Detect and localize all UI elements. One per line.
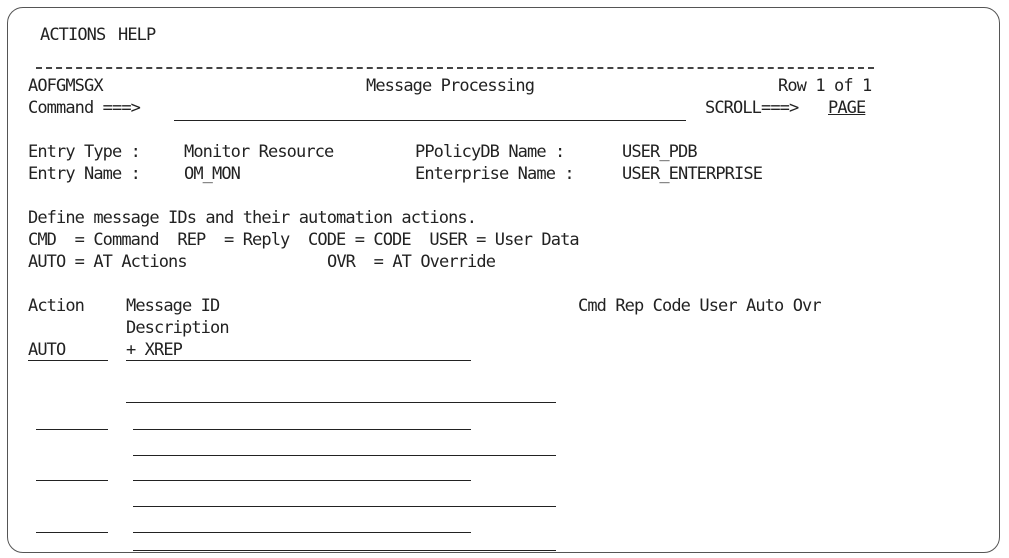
entry-name-value: OM_MON <box>184 164 241 184</box>
row-1-message-id-field[interactable]: + XREP <box>126 339 183 361</box>
column-header-description: Description <box>126 318 230 338</box>
policydb-name-label: PPolicyDB Name : <box>415 142 574 162</box>
column-header-flags: Cmd Rep Code User Auto Ovr <box>578 296 822 316</box>
row-4-description-underline <box>133 550 556 551</box>
menu-actions[interactable]: ACTIONS <box>40 24 106 46</box>
command-input-underline <box>174 120 686 121</box>
menu-separator <box>36 67 874 69</box>
row-4-message-id-underline <box>133 532 471 533</box>
policydb-name-value: USER_PDB <box>622 142 698 162</box>
entry-type-label: Entry Type : <box>28 142 150 162</box>
column-header-action: Action <box>28 296 85 316</box>
scroll-label: SCROLL===> <box>705 98 799 118</box>
row-1-message-id-underline <box>126 360 471 361</box>
row-2-action-underline <box>36 429 108 430</box>
row-2-message-id-underline <box>133 429 471 430</box>
row-3-description-underline <box>133 506 556 507</box>
row-3-action-underline <box>36 480 108 481</box>
row-1-action-field[interactable]: AUTO <box>28 339 66 361</box>
panel-id: AOFGMSGX <box>28 76 104 96</box>
instructions-line-2: CMD = Command REP = Reply CODE = CODE US… <box>28 230 580 250</box>
row-3-message-id-underline <box>133 480 471 481</box>
panel-title: Message Processing <box>366 76 535 96</box>
entry-name-label: Entry Name : <box>28 164 150 184</box>
row-1-action-underline <box>28 360 108 361</box>
column-header-message-id: Message ID <box>126 296 220 316</box>
entry-type-value: Monitor Resource <box>184 142 334 162</box>
instructions-line-3b: OVR = AT Override <box>327 252 496 272</box>
row-4-action-underline <box>36 532 108 533</box>
enterprise-name-value: USER_ENTERPRISE <box>622 164 763 184</box>
row-info: Row 1 of 1 <box>778 76 872 96</box>
instructions-line-3a: AUTO = AT Actions <box>28 252 188 272</box>
panel-frame: ACTIONS HELP AOFGMSGX Message Processing… <box>7 7 1000 553</box>
row-1-description-underline <box>126 402 556 403</box>
instructions-line-1: Define message IDs and their automation … <box>28 208 477 228</box>
scroll-amount-field[interactable]: PAGE <box>828 97 866 119</box>
row-2-description-underline <box>133 455 556 456</box>
menu-help[interactable]: HELP <box>118 24 156 46</box>
command-label: Command ===> <box>28 98 141 118</box>
enterprise-name-label: Enterprise Name : <box>415 164 584 184</box>
